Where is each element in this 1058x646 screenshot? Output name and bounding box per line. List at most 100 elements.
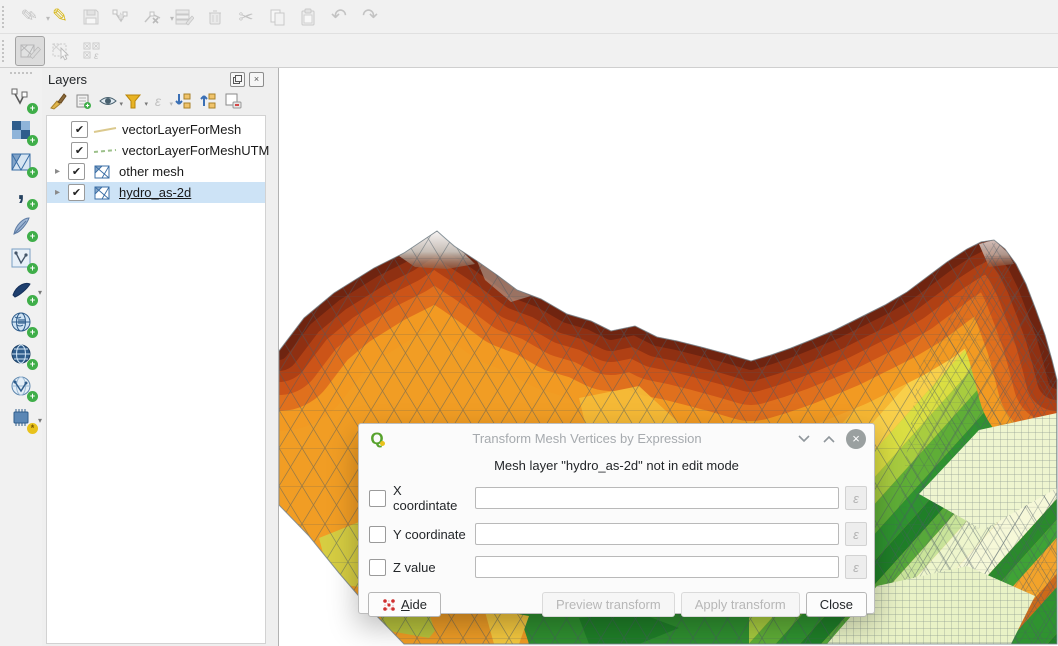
delete-selected-button[interactable] xyxy=(201,3,229,31)
add-mesh-layer-button[interactable]: + xyxy=(7,149,35,175)
manage-visibility-button[interactable]: ▾ xyxy=(98,91,118,111)
unshade-button[interactable] xyxy=(821,431,837,447)
collapse-all-button[interactable] xyxy=(198,91,218,111)
digitize-mesh-elements-button[interactable] xyxy=(15,36,45,66)
redo-button[interactable]: ↷ xyxy=(356,3,384,31)
z-value-label: Z value xyxy=(393,560,436,575)
add-wfs-layer-button[interactable]: + xyxy=(7,373,35,399)
mesh-cursor-icon xyxy=(51,40,73,62)
line-symbol xyxy=(93,126,117,134)
expander-icon[interactable]: ▸ xyxy=(55,166,63,177)
layer-row-vectorLayerForMesh[interactable]: ✔ vectorLayerForMesh xyxy=(47,119,265,140)
plus-badge-icon: + xyxy=(27,359,38,370)
close-button[interactable]: Close xyxy=(806,592,867,617)
add-feature-button[interactable] xyxy=(108,3,136,31)
y-coordinate-row: Y coordinate ε xyxy=(369,522,867,546)
remove-layer-button[interactable] xyxy=(223,91,243,111)
layer-name: vectorLayerForMeshUTM xyxy=(122,143,269,158)
layers-panel-toolbar: ▾ ▾ ε ▾ xyxy=(44,88,268,113)
add-group-button[interactable] xyxy=(73,91,93,111)
x-coordinate-checkbox[interactable] xyxy=(369,490,386,507)
z-value-row: Z value ε xyxy=(369,555,867,579)
vertices-expression-icon: ε xyxy=(82,40,104,62)
x-coordinate-label: X coordintate xyxy=(393,483,469,513)
z-value-checkbox[interactable] xyxy=(369,559,386,576)
apply-transform-button[interactable]: Apply transform xyxy=(681,592,800,617)
x-expression-builder-button[interactable]: ε xyxy=(845,486,867,510)
processing-provider-button[interactable]: * ▾ xyxy=(7,405,35,431)
add-raster-layer-button[interactable]: + xyxy=(7,117,35,143)
chevron-down-icon: ▾ xyxy=(38,416,42,425)
layer-checkbox[interactable]: ✔ xyxy=(71,142,88,159)
filter-by-expression-button[interactable]: ε ▾ xyxy=(148,91,168,111)
z-expression-input[interactable] xyxy=(475,556,839,578)
add-wms-layer-button[interactable]: + xyxy=(7,309,35,335)
layer-checkbox[interactable]: ✔ xyxy=(71,121,88,138)
check-icon: ✔ xyxy=(75,123,84,136)
pencils-icon: ✎ xyxy=(28,11,37,22)
layer-row-vectorLayerForMeshUTM[interactable]: ✔ vectorLayerForMeshUTM xyxy=(47,140,265,161)
add-virtual-layer-button[interactable]: + xyxy=(7,245,35,271)
toolbar-drag-handle[interactable] xyxy=(2,6,9,28)
help-button[interactable]: Aide xyxy=(368,592,441,617)
cut-features-button[interactable]: ✂ xyxy=(232,3,260,31)
add-wcs-layer-button[interactable]: + xyxy=(7,341,35,367)
layer-name: vectorLayerForMesh xyxy=(122,122,241,137)
epsilon-icon: ε xyxy=(853,491,859,506)
plus-badge-icon: + xyxy=(27,295,38,306)
y-expression-input[interactable] xyxy=(475,523,839,545)
shade-button[interactable] xyxy=(796,431,812,447)
manage-layers-toolbar: + + + , + + xyxy=(0,68,42,646)
current-edits-button[interactable]: ✎ ✎ ▾ xyxy=(15,3,43,31)
x-expression-input[interactable] xyxy=(475,487,839,509)
add-spatialite-layer-button[interactable]: + xyxy=(7,213,35,239)
layer-checkbox[interactable]: ✔ xyxy=(68,163,85,180)
add-vector-layer-button[interactable]: + xyxy=(7,85,35,111)
modify-attributes-button[interactable] xyxy=(170,3,198,31)
float-panel-button[interactable] xyxy=(230,72,245,87)
y-coordinate-checkbox[interactable] xyxy=(369,526,386,543)
expander-icon[interactable]: ▸ xyxy=(55,187,63,198)
layer-name: other mesh xyxy=(119,164,184,179)
vertex-tool-button[interactable]: ▾ xyxy=(139,3,167,31)
mesh-symbol xyxy=(90,164,114,180)
plus-badge-icon: + xyxy=(27,135,38,146)
layer-name: hydro_as-2d xyxy=(119,185,191,200)
y-expression-builder-button[interactable]: ε xyxy=(845,522,867,546)
close-dialog-button[interactable]: × xyxy=(846,429,866,449)
add-arcgis-layer-button[interactable]: + ▾ xyxy=(7,277,35,303)
filter-legend-button[interactable]: ▾ xyxy=(123,91,143,111)
clipboard-icon xyxy=(298,7,318,27)
help-label: A xyxy=(401,597,410,612)
preview-transform-button[interactable]: Preview transform xyxy=(542,592,675,617)
dialog-titlebar[interactable]: Q Transform Mesh Vertices by Expression … xyxy=(359,424,874,453)
layer-row-other-mesh[interactable]: ▸ ✔ other mesh xyxy=(47,161,265,182)
dialog-title: Transform Mesh Vertices by Expression xyxy=(387,431,787,446)
plus-badge-icon: + xyxy=(27,391,38,402)
add-delimited-text-layer-button[interactable]: , + xyxy=(7,181,35,207)
transform-mesh-vertices-button[interactable]: ε xyxy=(79,37,107,65)
plus-badge-icon: + xyxy=(27,231,38,242)
close-panel-button[interactable]: × xyxy=(249,72,264,87)
toggle-editing-button[interactable]: ✎ xyxy=(46,3,74,31)
layer-row-hydro-as-2d[interactable]: ▸ ✔ hydro_as-2d xyxy=(47,182,265,203)
collapse-all-icon xyxy=(199,92,217,110)
trash-icon xyxy=(205,7,225,27)
toolbar-drag-handle[interactable] xyxy=(10,72,32,79)
save-edits-button[interactable] xyxy=(77,3,105,31)
float-icon xyxy=(233,75,242,84)
copy-features-button[interactable] xyxy=(263,3,291,31)
paste-features-button[interactable] xyxy=(294,3,322,31)
select-mesh-elements-button[interactable] xyxy=(48,37,76,65)
add-group-icon xyxy=(74,92,92,110)
svg-text:ε: ε xyxy=(94,51,99,62)
expand-all-button[interactable] xyxy=(173,91,193,111)
z-expression-builder-button[interactable]: ε xyxy=(845,555,867,579)
close-icon: × xyxy=(852,431,860,446)
layer-checkbox[interactable]: ✔ xyxy=(68,184,85,201)
undo-button[interactable]: ↶ xyxy=(325,3,353,31)
qgis-logo-icon: Q xyxy=(367,429,387,449)
style-manager-button[interactable] xyxy=(48,91,68,111)
chevron-down-icon xyxy=(798,435,810,443)
toolbar-drag-handle[interactable] xyxy=(2,40,9,62)
